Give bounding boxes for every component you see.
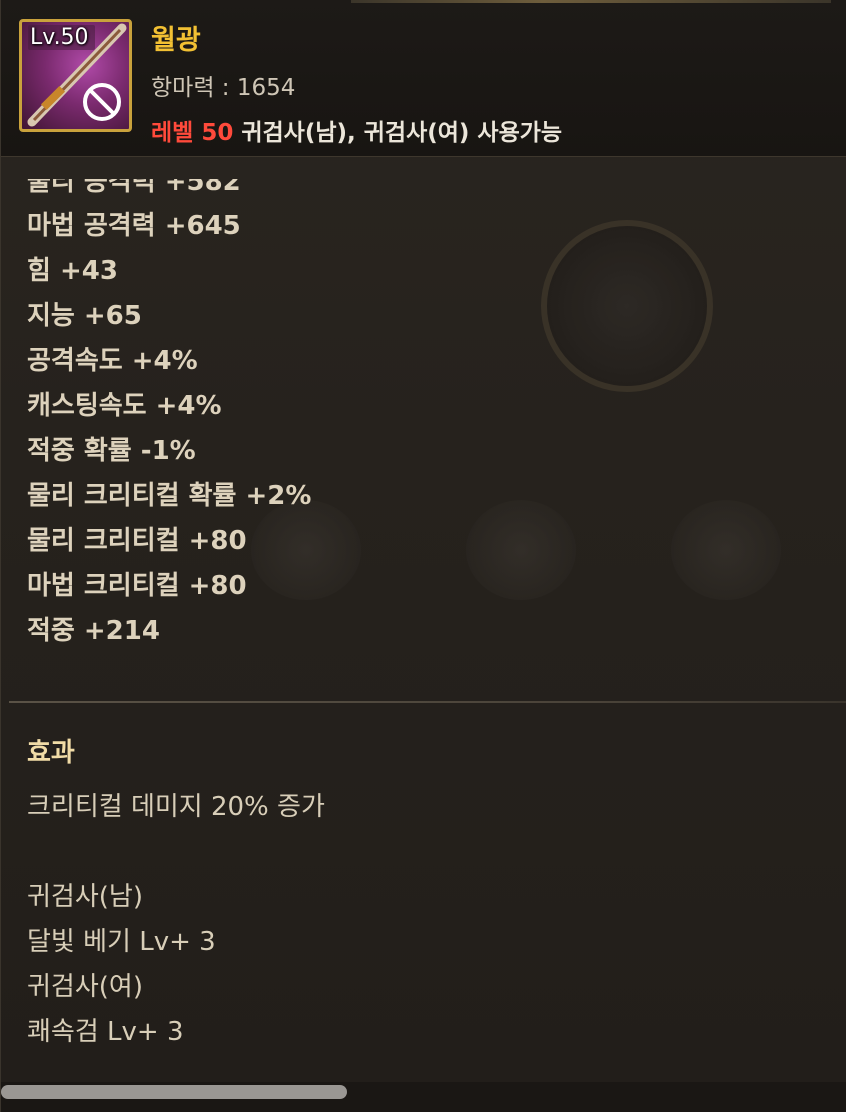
scrollbar-thumb[interactable] — [1, 1085, 347, 1099]
usable-classes: 귀검사(남), 귀검사(여) 사용가능 — [233, 120, 563, 146]
background-slot-2 — [466, 500, 576, 600]
item-name: 월광 — [151, 25, 201, 56]
effect-class-male: 귀검사(남) — [27, 882, 143, 912]
background-slot-1 — [251, 500, 361, 600]
item-resist: 항마력 : 1654 — [151, 75, 296, 101]
effect-class-female: 귀검사(여) — [27, 972, 143, 1002]
item-level-badge: Lv.50 — [28, 25, 95, 50]
effect-skill-moonlight-slash: 달빛 베기 Lv+ 3 — [27, 927, 216, 957]
stat-hit-rate: 적중 확률 -1% — [27, 436, 196, 466]
stat-accuracy: 적중 +214 — [27, 616, 160, 646]
stat-physical-attack: 물리 공격력 +582 — [27, 167, 241, 197]
stat-physical-crit-rate: 물리 크리티컬 확률 +2% — [27, 481, 312, 511]
section-divider — [9, 701, 846, 703]
effect-title: 효과 — [27, 738, 75, 768]
stat-magic-crit: 마법 크리티컬 +80 — [27, 571, 247, 601]
effect-skill-swift-sword: 쾌속검 Lv+ 3 — [27, 1017, 184, 1047]
stat-casting-speed: 캐스팅속도 +4% — [27, 391, 222, 421]
required-level: 레벨 50 — [151, 120, 234, 146]
background-slot-3 — [671, 500, 781, 600]
item-header: Lv.50 월광 항마력 : 1654 레벨 50 귀검사(남), 귀검사(여)… — [1, 0, 846, 157]
header-edge — [351, 0, 831, 3]
effect-crit-damage: 크리티컬 데미지 20% 증가 — [27, 792, 325, 822]
background-emblem — [541, 220, 713, 392]
stat-attack-speed: 공격속도 +4% — [27, 346, 198, 376]
stat-strength: 힘 +43 — [27, 256, 118, 286]
stat-intelligence: 지능 +65 — [27, 301, 142, 331]
sword-icon[interactable]: Lv.50 — [19, 19, 132, 132]
item-requirement: 레벨 50 귀검사(남), 귀검사(여) 사용가능 — [151, 113, 562, 147]
stat-magic-attack: 마법 공격력 +645 — [27, 211, 241, 241]
stat-physical-crit: 물리 크리티컬 +80 — [27, 526, 247, 556]
item-tooltip: Lv.50 월광 항마력 : 1654 레벨 50 귀검사(남), 귀검사(여)… — [0, 0, 846, 1112]
